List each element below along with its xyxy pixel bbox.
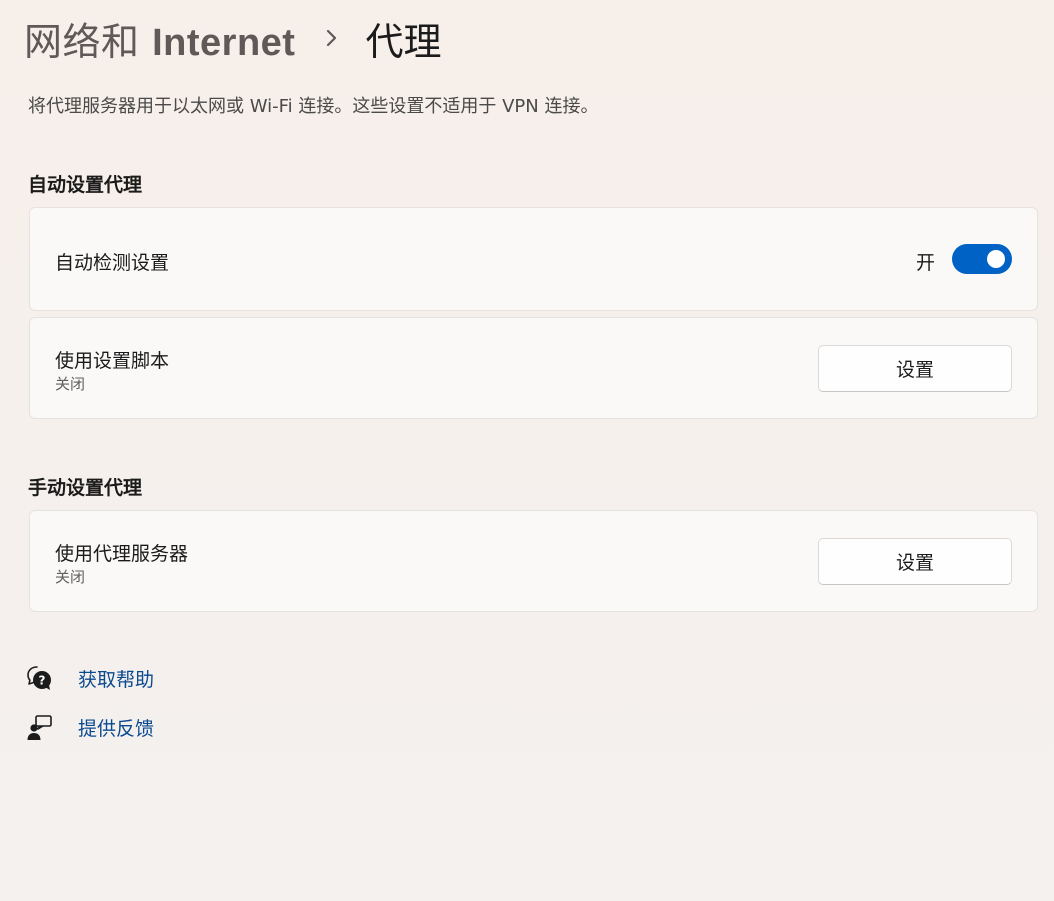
help-chat-icon: ? xyxy=(26,664,54,692)
auto-detect-card: 自动检测设置 开 xyxy=(29,207,1038,311)
auto-detect-label: 自动检测设置 xyxy=(55,252,170,274)
breadcrumb-parent-latin[interactable]: Internet xyxy=(152,22,295,64)
feedback-person-icon xyxy=(26,713,54,741)
auto-proxy-section-title: 自动设置代理 xyxy=(28,174,143,196)
get-help-label[interactable]: 获取帮助 xyxy=(78,665,154,692)
proxy-server-card: 使用代理服务器 关闭 设置 xyxy=(29,510,1038,612)
svg-text:?: ? xyxy=(39,674,46,688)
breadcrumb-parent[interactable]: 网络和 Internet xyxy=(24,11,295,66)
setup-script-status: 关闭 xyxy=(55,375,86,393)
proxy-server-button[interactable]: 设置 xyxy=(818,538,1012,585)
proxy-server-status: 关闭 xyxy=(55,568,86,586)
auto-detect-toggle[interactable] xyxy=(952,244,1012,274)
page-title: 代理 xyxy=(365,19,442,64)
chevron-right-icon xyxy=(317,10,347,66)
setup-script-card: 使用设置脚本 关闭 设置 xyxy=(29,317,1038,419)
give-feedback-link[interactable]: 提供反馈 xyxy=(26,711,154,743)
breadcrumb-parent-cjk[interactable]: 网络和 xyxy=(24,20,140,64)
breadcrumb: 网络和 Internet 代理 xyxy=(24,10,441,66)
give-feedback-label[interactable]: 提供反馈 xyxy=(78,714,154,741)
manual-proxy-section-title: 手动设置代理 xyxy=(28,477,143,499)
toggle-state-label: 开 xyxy=(915,252,935,274)
setup-script-button[interactable]: 设置 xyxy=(818,345,1012,392)
toggle-knob xyxy=(987,250,1005,268)
setup-script-label: 使用设置脚本 xyxy=(55,350,170,372)
page-description: 将代理服务器用于以太网或 Wi-Fi 连接。这些设置不适用于 VPN 连接。 xyxy=(28,96,599,117)
proxy-server-label: 使用代理服务器 xyxy=(55,543,189,565)
get-help-link[interactable]: ? 获取帮助 xyxy=(26,662,154,694)
